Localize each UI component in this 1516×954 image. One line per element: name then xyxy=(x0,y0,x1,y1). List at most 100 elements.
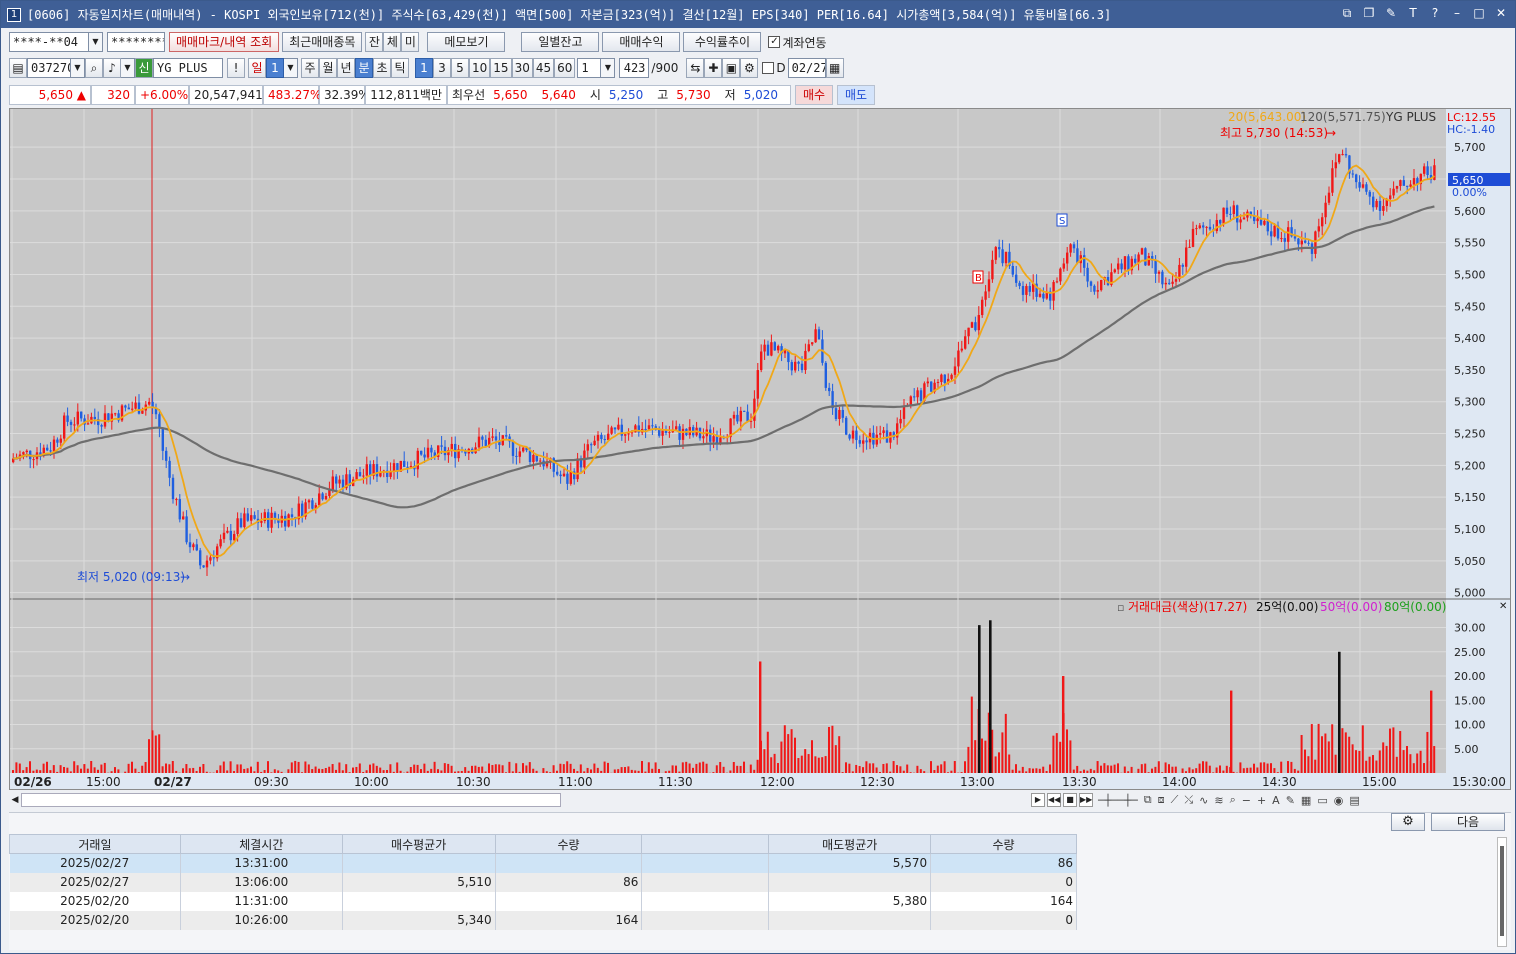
box-icon[interactable]: ▭ xyxy=(1317,794,1327,807)
candle-body xyxy=(1239,219,1242,223)
account-input[interactable]: ****-**04 xyxy=(9,32,89,52)
wave-icon[interactable]: ∿ xyxy=(1199,794,1208,807)
copy-icon[interactable]: ❐ xyxy=(1361,5,1377,21)
mark-query-button[interactable]: 매매마크/내역 조회 xyxy=(169,32,280,52)
minute-30-button[interactable]: 30 xyxy=(511,58,533,78)
pin-icon[interactable]: ✎ xyxy=(1383,5,1399,21)
trend-icon[interactable]: ⤯ xyxy=(1184,793,1193,807)
sell-button[interactable]: 매도 xyxy=(837,85,875,105)
chart-scrollbar[interactable] xyxy=(21,793,561,807)
link-icon[interactable]: ⧉ xyxy=(1339,5,1355,21)
window-icon[interactable]: ⧈ xyxy=(1158,793,1165,807)
zoom-icon[interactable]: ⌕ xyxy=(1230,793,1236,807)
executed-button[interactable]: 체 xyxy=(383,32,402,52)
unfilled-button[interactable]: 미 xyxy=(401,32,420,52)
volume-bar xyxy=(1079,771,1082,773)
return-trend-button[interactable]: 수익률추이 xyxy=(683,32,762,52)
volume-bar xyxy=(916,765,919,773)
maximize-icon[interactable]: □ xyxy=(1471,5,1487,21)
period-dropdown-icon[interactable]: ▼ xyxy=(284,58,298,78)
sound-icon[interactable]: ♪ xyxy=(103,58,121,78)
buy-button[interactable]: 매수 xyxy=(795,85,833,105)
sound-dropdown-icon[interactable]: ▼ xyxy=(121,58,135,78)
minute-3-button[interactable]: 3 xyxy=(433,58,451,78)
minus-icon[interactable]: − xyxy=(1242,794,1251,807)
code-dropdown-icon[interactable]: ▼ xyxy=(71,58,85,78)
trade-profit-button[interactable]: 매매수익 xyxy=(602,32,681,52)
scroll-right-icon[interactable]: ▶ xyxy=(1031,793,1045,807)
table-row[interactable]: 2025/02/27 13:06:00 5,510 86 0 xyxy=(9,872,1077,892)
forward-icon[interactable]: ▶▶ xyxy=(1079,793,1093,807)
bars-icon[interactable]: ▤ xyxy=(1349,794,1359,807)
save-icon[interactable]: ▣ xyxy=(722,58,741,78)
stock-code-input[interactable]: 037270 xyxy=(27,58,71,78)
candle-body xyxy=(712,436,715,442)
scroll-left-icon[interactable]: ◀ xyxy=(9,793,21,807)
account-link-checkbox[interactable]: ✓ xyxy=(768,36,781,48)
period-minute-button[interactable]: 분 xyxy=(355,58,373,78)
table-row[interactable]: 2025/02/20 11:31:00 5,380 164 xyxy=(9,891,1077,911)
zoom-slider-icon[interactable]: ─┼──┼─ xyxy=(1098,794,1138,807)
chart-area[interactable]: 5,7005,6505,6005,5505,5005,4505,4005,350… xyxy=(9,108,1511,791)
period-tick-button[interactable]: 틱 xyxy=(391,58,409,78)
period-day-button[interactable]: 일 xyxy=(248,58,266,78)
memo-button[interactable]: 메모보기 xyxy=(427,32,506,52)
price-volume-chart[interactable]: 5,7005,6505,6005,5505,5005,4505,4005,350… xyxy=(10,109,1510,791)
period-day-count[interactable]: 1 xyxy=(266,58,284,78)
close-icon[interactable]: ✕ xyxy=(1493,5,1509,21)
date-checkbox[interactable] xyxy=(762,62,775,74)
draw-line-icon[interactable]: ⟋ xyxy=(1171,793,1179,807)
alert-icon[interactable]: ! xyxy=(227,58,245,78)
font-icon[interactable]: T xyxy=(1405,5,1421,21)
balance-button[interactable]: 잔 xyxy=(365,32,384,52)
account-dropdown-icon[interactable]: ▼ xyxy=(89,32,103,52)
volume-bar xyxy=(1232,771,1235,773)
bar-count-input[interactable]: 423 xyxy=(619,58,650,78)
candle-body xyxy=(984,291,987,300)
calendar-icon[interactable]: ▦ xyxy=(825,58,844,78)
stop-icon[interactable]: ■ xyxy=(1063,793,1077,807)
minute-10-button[interactable]: 10 xyxy=(469,58,491,78)
minimize-icon[interactable]: – xyxy=(1449,5,1465,21)
gear-icon[interactable]: ⚙ xyxy=(1391,813,1425,831)
stock-list-icon[interactable]: ▤ xyxy=(9,58,27,78)
volume-legend-icon: ▫ xyxy=(1117,601,1124,614)
next-button[interactable]: 다음 xyxy=(1431,813,1505,831)
period-year-button[interactable]: 년 xyxy=(337,58,355,78)
help-icon[interactable]: ? xyxy=(1427,5,1443,21)
text-icon[interactable]: A xyxy=(1272,794,1280,807)
password-input[interactable]: ********* xyxy=(107,32,165,52)
pen-icon[interactable]: ✎ xyxy=(1286,794,1295,807)
minute-5-button[interactable]: 5 xyxy=(451,58,469,78)
period-second-button[interactable]: 초 xyxy=(373,58,391,78)
date-input[interactable]: 02/27 xyxy=(787,58,826,78)
minute-45-button[interactable]: 45 xyxy=(532,58,555,78)
eye-icon[interactable]: ◉ xyxy=(1334,794,1344,807)
table-row[interactable]: 2025/02/27 13:31:00 5,570 86 xyxy=(9,853,1077,873)
indicator-icon[interactable]: ⇆ xyxy=(686,58,705,78)
minute-60-button[interactable]: 60 xyxy=(554,58,576,78)
candle-body xyxy=(246,513,249,521)
rewind-icon[interactable]: ◀◀ xyxy=(1047,793,1061,807)
settings-icon[interactable]: ⚙ xyxy=(740,58,759,78)
period-week-button[interactable]: 주 xyxy=(301,58,319,78)
minute-15-button[interactable]: 15 xyxy=(490,58,512,78)
minute-1-button[interactable]: 1 xyxy=(415,58,433,78)
plus-icon[interactable]: + xyxy=(1257,794,1266,807)
interval-input[interactable]: 1 xyxy=(577,58,602,78)
grid-icon[interactable]: ▦ xyxy=(1301,794,1311,807)
volume-bar xyxy=(331,764,334,773)
fib-icon[interactable]: ≋ xyxy=(1214,794,1223,807)
interval-dropdown-icon[interactable]: ▼ xyxy=(601,58,616,78)
daily-balance-button[interactable]: 일별잔고 xyxy=(521,32,600,52)
volume-bar xyxy=(491,765,494,773)
time-end: 15:30:00 xyxy=(1452,775,1506,789)
table-row[interactable]: 2025/02/20 10:26:00 5,340 164 0 xyxy=(9,910,1077,930)
period-month-button[interactable]: 월 xyxy=(319,58,337,78)
table-scrollbar[interactable] xyxy=(1497,837,1507,947)
app-icon[interactable]: 1 xyxy=(7,7,21,22)
layout-icon[interactable]: ⧉ xyxy=(1144,793,1152,807)
recent-trades-button[interactable]: 최근매매종목 xyxy=(282,32,363,52)
search-icon[interactable]: ⌕ xyxy=(85,58,103,78)
crosshair-icon[interactable]: ✚ xyxy=(704,58,723,78)
